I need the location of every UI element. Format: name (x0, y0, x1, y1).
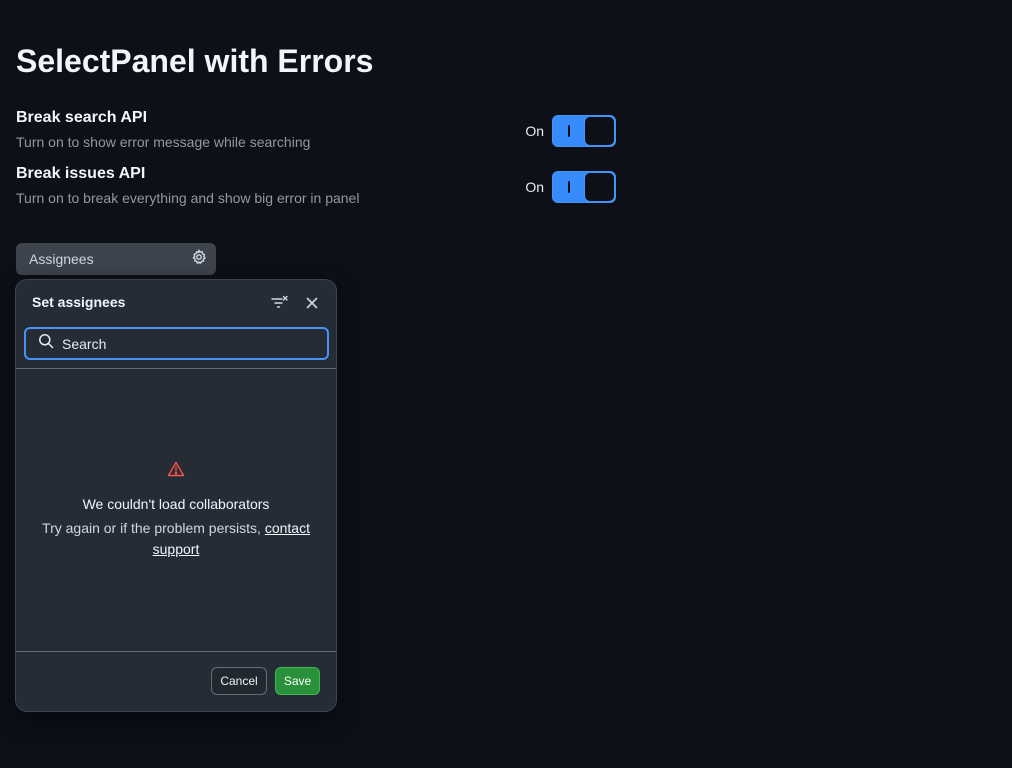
save-button[interactable]: Save (275, 667, 320, 695)
toggle-wrapper: On (525, 171, 616, 203)
panel-title: Set assignees (32, 294, 126, 310)
error-description: Try again or if the problem persists, co… (40, 518, 312, 560)
toggle-state-label: On (525, 123, 544, 139)
toggle-on-mark (568, 125, 570, 137)
toggle-knob (584, 116, 615, 146)
toggle-on-mark (568, 181, 570, 193)
error-description-text: Try again or if the problem persists, (42, 519, 261, 536)
panel-footer: Cancel Save (16, 651, 336, 711)
assignees-button-label: Assignees (29, 251, 94, 267)
search-field[interactable] (24, 327, 329, 360)
assignees-button[interactable]: Assignees (16, 243, 216, 275)
page-title: SelectPanel with Errors (16, 43, 374, 79)
filter-remove-icon[interactable] (269, 292, 291, 314)
alert-icon (167, 461, 185, 482)
break-issues-api-toggle[interactable] (552, 171, 616, 203)
toggle-state-label: On (525, 179, 544, 195)
close-icon[interactable] (301, 292, 323, 314)
search-input[interactable] (62, 335, 302, 352)
select-panel: Set assignees Search We couldn't load co… (15, 279, 337, 712)
search-icon (38, 333, 54, 354)
gear-icon (191, 248, 207, 270)
setting-break-issues-api: Break issues API Turn on to break everyt… (16, 164, 616, 216)
toggle-wrapper: On (525, 115, 616, 147)
toggle-knob (584, 172, 615, 202)
error-title: We couldn't load collaborators (82, 495, 270, 512)
cancel-button[interactable]: Cancel (211, 667, 267, 695)
setting-break-search-api: Break search API Turn on to show error m… (16, 108, 616, 160)
error-state: We couldn't load collaborators Try again… (16, 369, 336, 651)
panel-header: Set assignees (16, 280, 336, 326)
break-search-api-toggle[interactable] (552, 115, 616, 147)
